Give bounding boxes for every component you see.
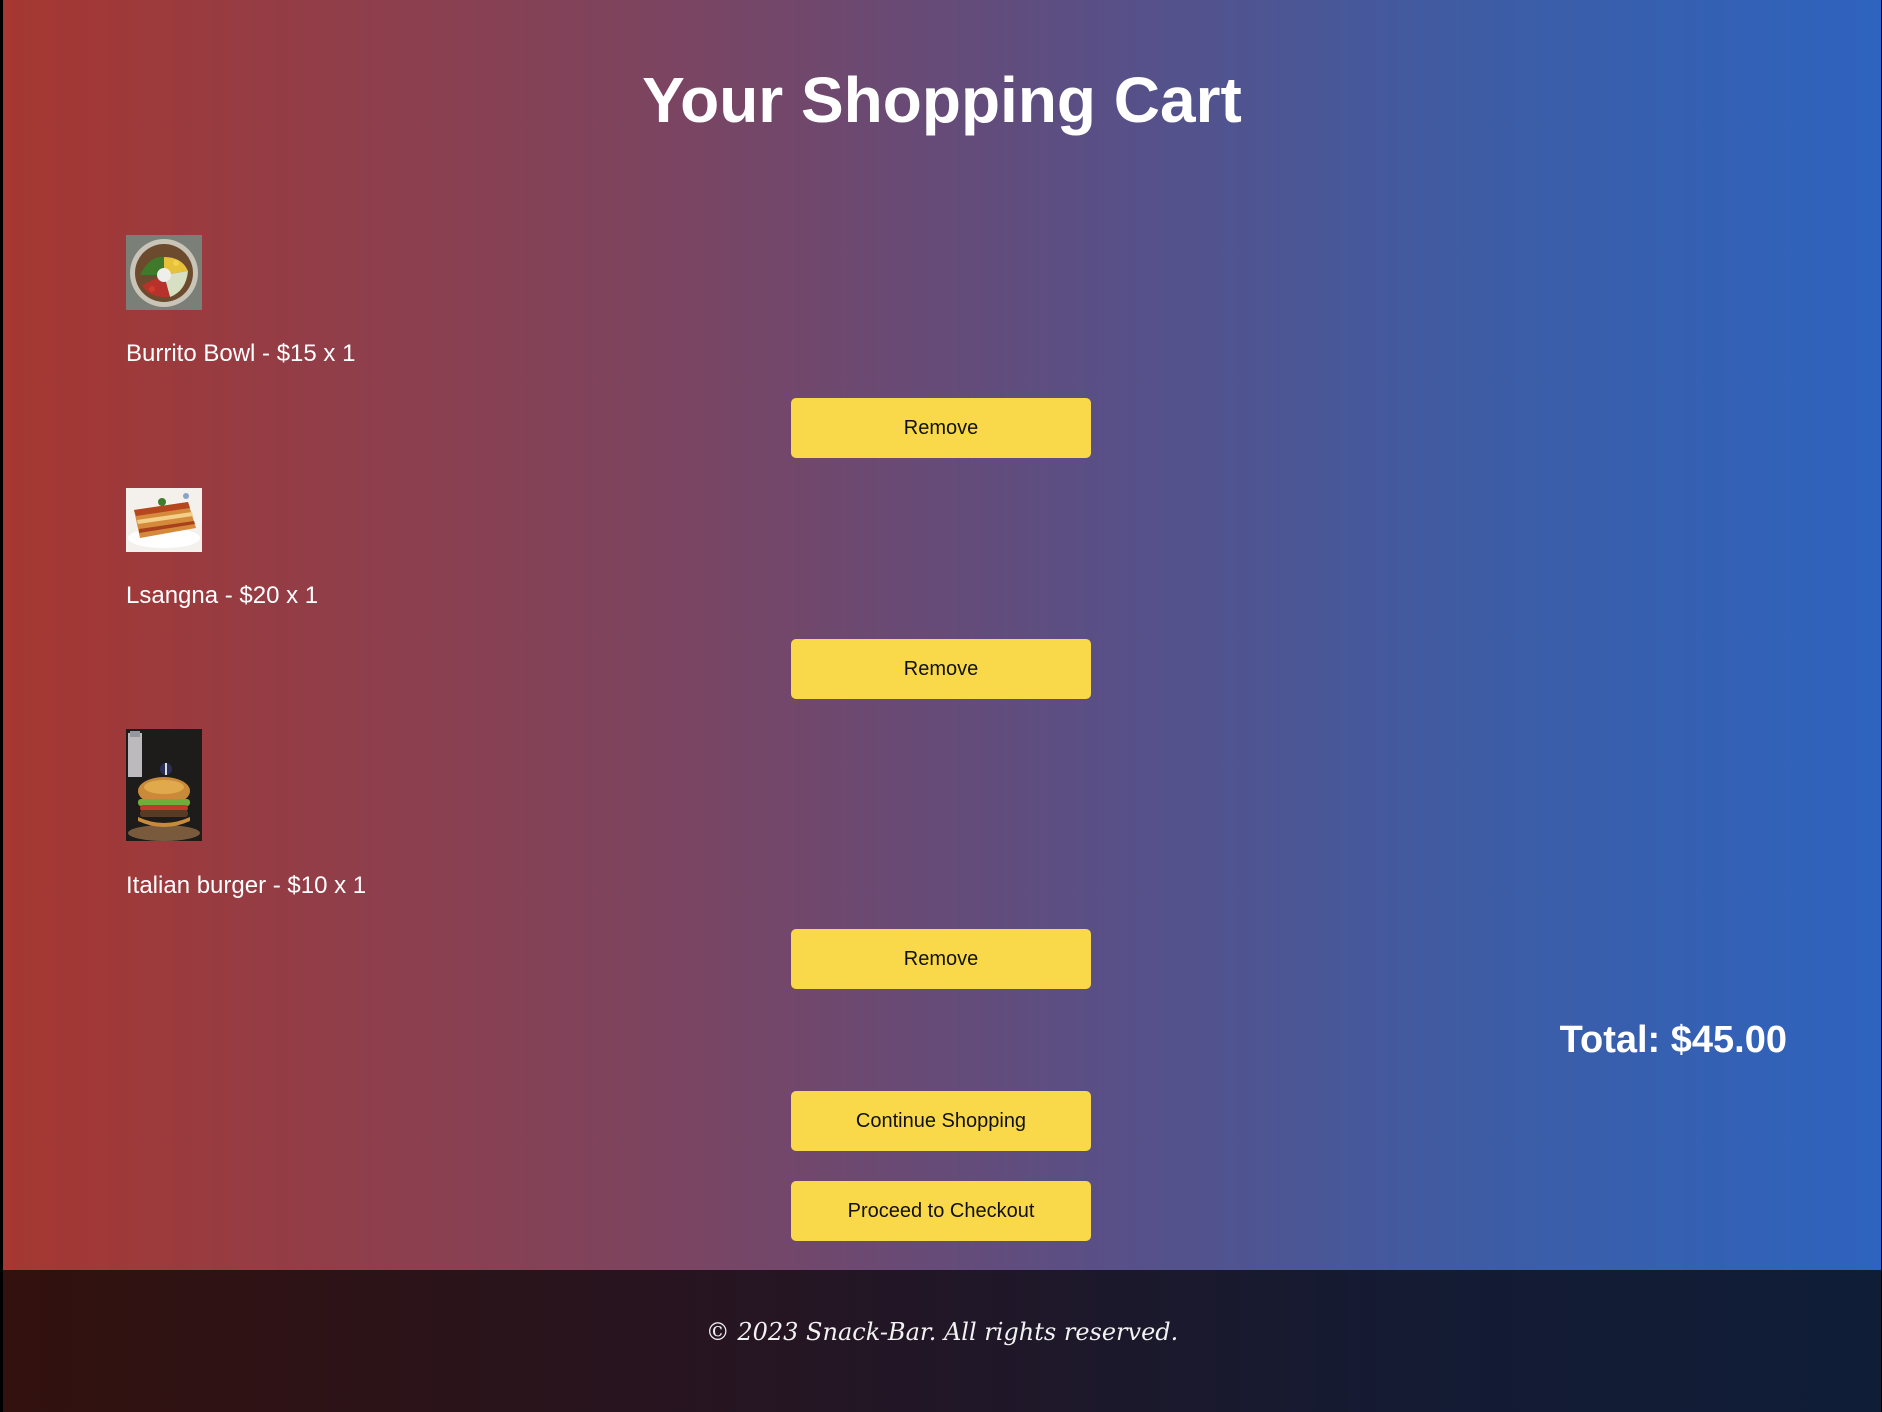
cart-item-label: Lsangna - $20 x 1 [126,582,319,609]
burrito-bowl-image [126,235,202,310]
remove-button[interactable]: Remove [791,639,1091,699]
cart-item-label: Burrito Bowl - $15 x 1 [126,340,356,367]
lasagna-image [126,488,202,552]
italian-burger-image [126,729,202,841]
cart-item-label: Italian burger - $10 x 1 [126,872,367,899]
remove-button[interactable]: Remove [791,398,1091,458]
continue-shopping-button[interactable]: Continue Shopping [791,1091,1091,1151]
remove-button[interactable]: Remove [791,929,1091,989]
page-title: Your Shopping Cart [642,64,1242,136]
cart-total: Total: $45.00 [1559,1019,1787,1061]
cart-page: Your Shopping Cart Burrito Bowl - $15 x … [3,0,1881,1270]
checkout-button[interactable]: Proceed to Checkout [791,1181,1091,1241]
footer-copyright: © 2023 Snack-Bar. All rights reserved. [705,1318,1179,1346]
footer: © 2023 Snack-Bar. All rights reserved. [3,1270,1881,1412]
